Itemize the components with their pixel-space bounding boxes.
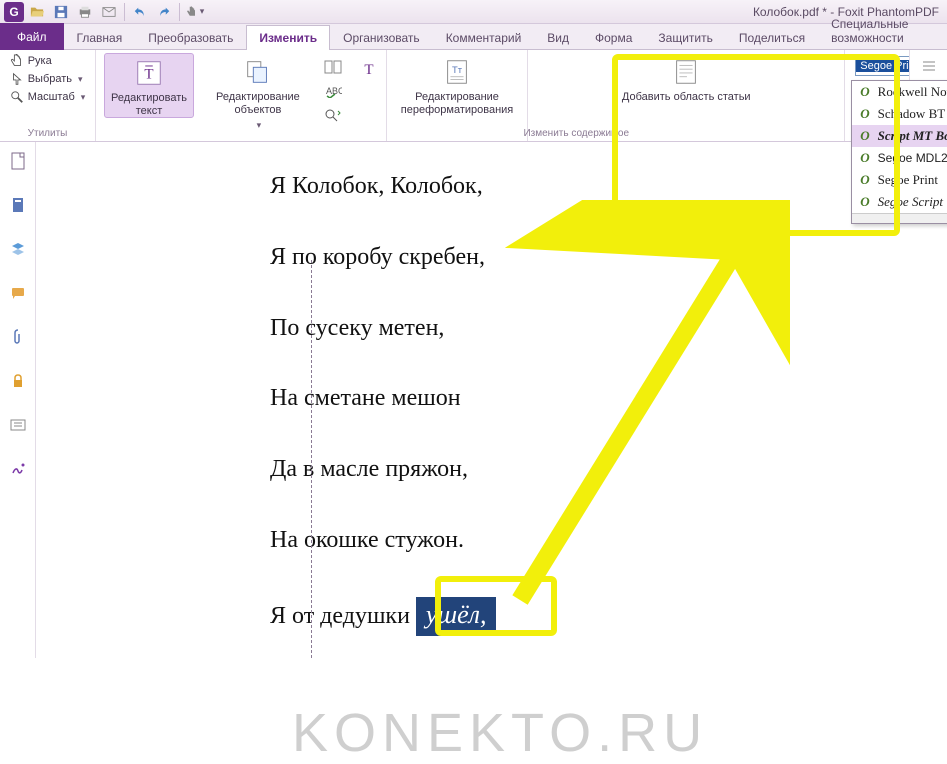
save-icon[interactable]	[50, 2, 72, 22]
edit-objects-button[interactable]: Редактирование объектов ▾	[210, 53, 306, 131]
window-title: Колобок.pdf * - Foxit PhantomPDF	[753, 0, 947, 24]
watermark: KONEKTO.RU	[292, 702, 708, 764]
zoom-label: Масштаб	[28, 91, 75, 103]
comments-panel-icon[interactable]	[7, 282, 29, 304]
join-text-icon[interactable]	[322, 57, 344, 77]
workspace: KONEKTO.RU Я Колобок, Колобок, Я по коро…	[0, 142, 947, 658]
tab-protect[interactable]: Защитить	[645, 25, 725, 50]
font-option[interactable]: OSegoe Script	[852, 191, 947, 213]
resize-grip[interactable]: •	[852, 213, 947, 223]
find-replace-icon[interactable]	[322, 105, 344, 125]
layers-panel-icon[interactable]	[7, 238, 29, 260]
tab-comment[interactable]: Комментарий	[433, 25, 535, 50]
attachments-panel-icon[interactable]	[7, 326, 29, 348]
security-panel-icon[interactable]	[7, 370, 29, 392]
select-tool[interactable]: Выбрать▾	[7, 71, 89, 87]
group-add-article: Добавить область статьи Изменить содержи…	[528, 50, 845, 141]
group-label-content: Изменить содержимое	[426, 128, 726, 139]
text-frame-edge	[311, 260, 312, 658]
font-option[interactable]: ORockwell Nova Light	[852, 81, 947, 103]
page: KONEKTO.RU Я Колобок, Колобок, Я по коро…	[42, 148, 947, 658]
text-line[interactable]: Я по коробу скребен,	[270, 243, 947, 272]
group-edit-objects: Редактирование объектов ▾	[202, 50, 314, 141]
text-line[interactable]: На сметане мешон	[270, 384, 947, 413]
spellcheck-icon[interactable]: ABC	[322, 81, 344, 101]
separator	[179, 3, 180, 21]
svg-text:T: T	[144, 67, 153, 83]
signatures-panel-icon[interactable]	[7, 458, 29, 480]
zoom-tool[interactable]: Масштаб▾	[7, 89, 89, 105]
add-article-label: Добавить область статьи	[622, 91, 751, 104]
reflow-edit-button[interactable]: Tт Редактирование переформатирования	[395, 53, 519, 116]
text-line[interactable]: Да в масле пряжон,	[270, 455, 947, 484]
text-line[interactable]: Я Колобок, Колобок,	[270, 172, 947, 201]
tab-file[interactable]: Файл	[0, 23, 64, 50]
text-prefix: Я от дедушки	[270, 603, 416, 629]
svg-text:T: T	[364, 62, 373, 78]
fields-panel-icon[interactable]	[7, 414, 29, 436]
hand-dropdown-icon[interactable]: ▾	[184, 2, 206, 22]
tab-convert[interactable]: Преобразовать	[135, 25, 246, 50]
para-icon[interactable]	[918, 56, 940, 76]
group-utilities: Рука Выбрать▾ Масштаб▾ Утилиты	[0, 50, 96, 141]
pages-panel-icon[interactable]	[7, 150, 29, 172]
text-line[interactable]: По сусеку метен,	[270, 314, 947, 343]
separator	[124, 3, 125, 21]
email-icon[interactable]	[98, 2, 120, 22]
tab-edit[interactable]: Изменить	[246, 25, 330, 50]
redo-icon[interactable]	[153, 2, 175, 22]
tab-home[interactable]: Главная	[64, 25, 136, 50]
reflow-label: Редактирование переформатирования	[401, 91, 513, 116]
font-option[interactable]: OSchadow BT	[852, 103, 947, 125]
group-label-utilities: Утилиты	[28, 128, 68, 139]
ribbon: Рука Выбрать▾ Масштаб▾ Утилиты T Редакти…	[0, 50, 947, 142]
open-icon[interactable]	[26, 2, 48, 22]
group-add-text: T	[352, 50, 386, 141]
document-content[interactable]: Я Колобок, Колобок, Я по коробу скребен,…	[42, 148, 947, 636]
add-text-icon[interactable]: T	[358, 59, 380, 79]
font-option[interactable]: OScript MT Bold	[852, 125, 947, 147]
app-logo: G	[4, 2, 24, 22]
group-small-tools: ABC	[314, 50, 352, 141]
edit-objects-label: Редактирование объектов	[216, 91, 300, 116]
selected-text[interactable]: ушёл,	[416, 597, 497, 636]
tab-organize[interactable]: Организовать	[330, 25, 433, 50]
tab-share[interactable]: Поделиться	[726, 25, 818, 50]
text-line-with-selection[interactable]: Я от дедушки ушёл,	[270, 597, 947, 636]
tab-view[interactable]: Вид	[534, 25, 582, 50]
tab-form[interactable]: Форма	[582, 25, 645, 50]
add-article-button[interactable]: Добавить область статьи	[616, 53, 757, 104]
print-icon[interactable]	[74, 2, 96, 22]
nav-sidebar	[0, 142, 36, 658]
hand-tool[interactable]: Рука	[7, 53, 89, 69]
text-line[interactable]: На окошке стужон.	[270, 526, 947, 555]
bookmarks-panel-icon[interactable]	[7, 194, 29, 216]
page-area[interactable]: KONEKTO.RU Я Колобок, Колобок, Я по коро…	[36, 142, 947, 658]
group-edit-text: T Редактировать текст	[96, 50, 202, 141]
font-dropdown-list[interactable]: ORockwell Nova LightOSchadow BTOScript M…	[851, 80, 947, 224]
ribbon-tabs: Файл Главная Преобразовать Изменить Орга…	[0, 24, 947, 50]
edit-text-label: Редактировать текст	[111, 92, 187, 117]
undo-icon[interactable]	[129, 2, 151, 22]
select-label: Выбрать	[28, 73, 72, 85]
edit-text-button[interactable]: T Редактировать текст	[104, 53, 194, 118]
svg-text:Tт: Tт	[452, 65, 463, 75]
font-option[interactable]: OSegoe Print	[852, 169, 947, 191]
hand-label: Рука	[28, 55, 52, 67]
font-option[interactable]: OSegoe MDL2 Assets	[852, 147, 947, 169]
